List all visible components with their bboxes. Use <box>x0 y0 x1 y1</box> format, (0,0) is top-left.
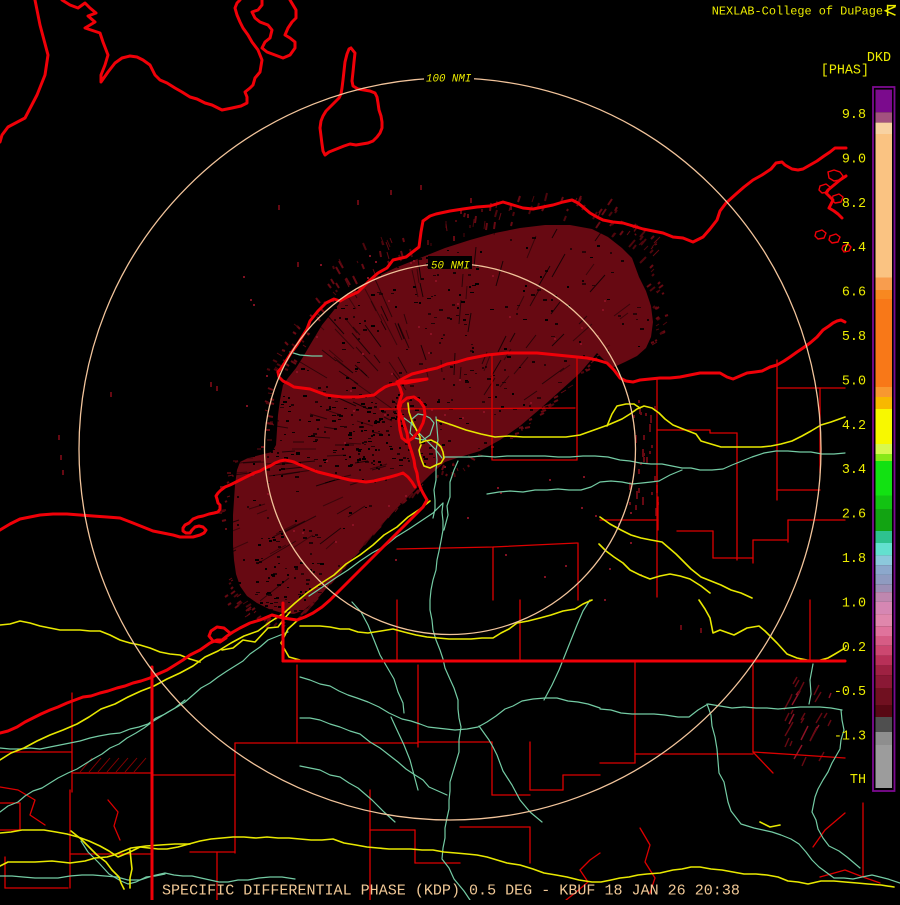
svg-text:SPECIFIC DIFFERENTIAL PHASE (K: SPECIFIC DIFFERENTIAL PHASE (KDP) 0.5 DE… <box>162 882 740 900</box>
svg-text:[PHAS]: [PHAS] <box>821 64 869 79</box>
svg-text:4.2: 4.2 <box>842 419 866 434</box>
svg-text:7.4: 7.4 <box>842 241 866 256</box>
svg-text:1.0: 1.0 <box>842 596 866 611</box>
svg-text:9.8: 9.8 <box>842 108 866 123</box>
svg-text:0.2: 0.2 <box>842 641 866 656</box>
svg-text:NEXLAB-College of DuPage: NEXLAB-College of DuPage <box>712 5 883 19</box>
svg-text:1.8: 1.8 <box>842 552 866 567</box>
svg-text:TH: TH <box>850 773 866 788</box>
svg-text:-0.5: -0.5 <box>834 685 866 700</box>
svg-text:2.6: 2.6 <box>842 508 866 523</box>
svg-text:-1.3: -1.3 <box>834 730 866 745</box>
svg-text:100 NMI: 100 NMI <box>426 74 472 86</box>
svg-text:DKD: DKD <box>867 51 891 66</box>
svg-text:5.8: 5.8 <box>842 330 866 345</box>
svg-text:5.0: 5.0 <box>842 374 866 389</box>
svg-text:9.0: 9.0 <box>842 152 866 167</box>
svg-text:8.2: 8.2 <box>842 197 866 212</box>
svg-text:6.6: 6.6 <box>842 286 866 301</box>
svg-text:3.4: 3.4 <box>842 463 866 478</box>
svg-text:50 NMI: 50 NMI <box>431 261 470 273</box>
